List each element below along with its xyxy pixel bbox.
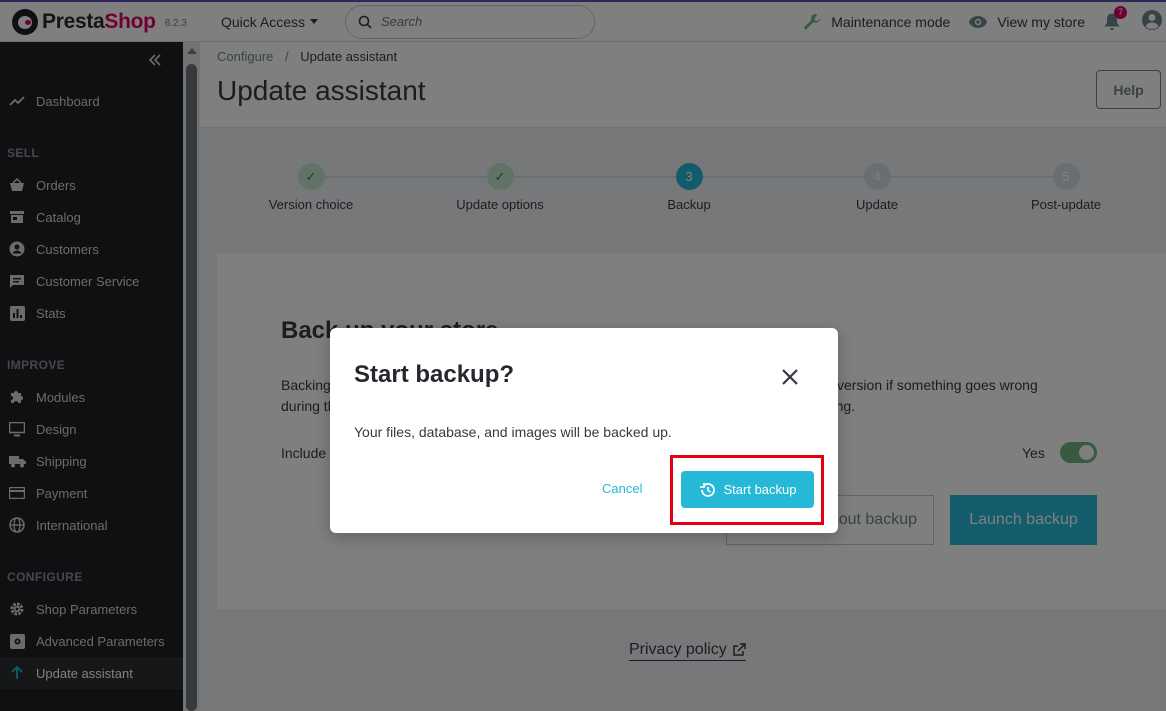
dialog-title: Start backup? bbox=[354, 361, 515, 388]
start-backup-button[interactable]: Start backup bbox=[681, 471, 814, 508]
start-backup-dialog: Start backup? Your files, database, and … bbox=[330, 328, 838, 533]
cancel-button[interactable]: Cancel bbox=[602, 481, 642, 496]
close-icon[interactable] bbox=[779, 366, 801, 388]
restore-icon bbox=[699, 482, 715, 497]
start-backup-label: Start backup bbox=[723, 482, 797, 497]
dialog-body: Your files, database, and images will be… bbox=[354, 424, 672, 440]
